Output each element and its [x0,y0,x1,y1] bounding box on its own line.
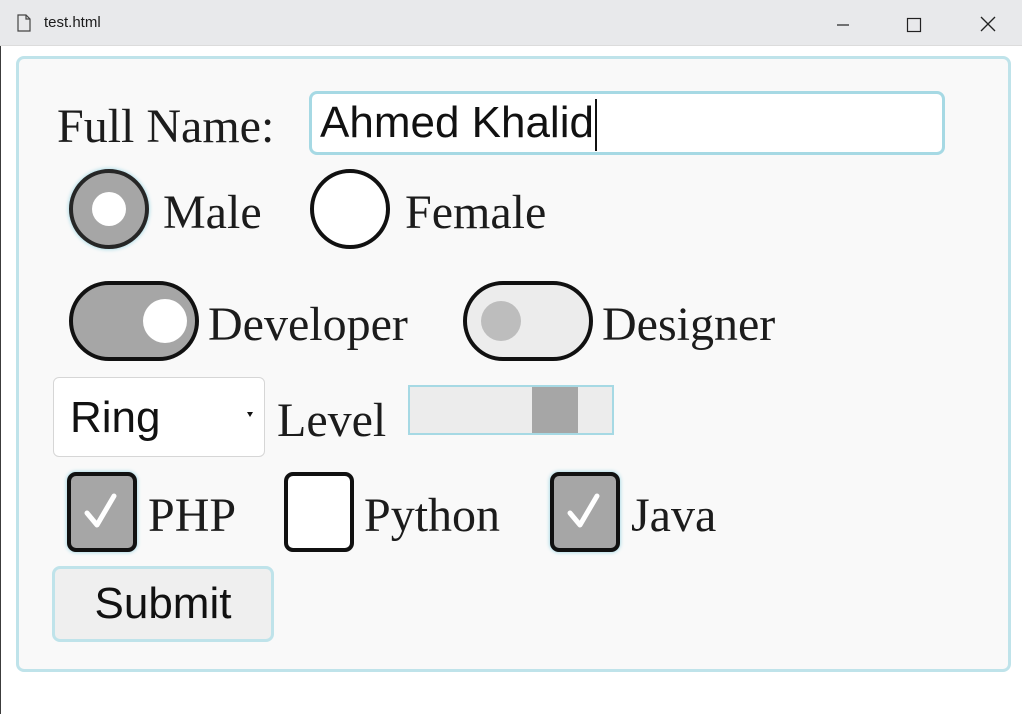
toggle-knob [143,299,187,343]
checkmark-icon [567,493,600,528]
toggle-developer-label: Developer [208,298,408,351]
level-slider[interactable] [408,385,614,435]
checkmark-icon [84,493,117,528]
checkbox-java-label: Java [631,489,717,542]
radio-female[interactable] [310,169,390,249]
level-label: Level [277,394,387,447]
full-name-input[interactable]: Ahmed Khalid [309,91,945,155]
toggle-designer[interactable] [463,281,593,361]
type-select-value: Ring [70,393,161,442]
submit-button[interactable]: Submit [52,566,274,642]
radio-male-label: Male [163,186,262,239]
window-titlebar: test.html [0,0,1022,46]
text-caret [594,99,597,152]
dropdown-arrow-icon [247,412,253,417]
checkbox-php-label: PHP [148,489,237,542]
full-name-value: Ahmed Khalid [320,98,594,147]
user-form: Full Name: Ahmed Khalid Male Female Deve… [16,56,1011,672]
level-slider-thumb[interactable] [532,387,578,433]
radio-male[interactable] [69,169,149,249]
toggle-knob [481,301,521,341]
window-left-edge [0,46,1,714]
checkbox-java[interactable] [550,472,620,552]
close-icon[interactable] [973,10,1003,38]
toggle-designer-label: Designer [602,298,776,351]
document-icon [17,14,31,32]
checkbox-php[interactable] [67,472,137,552]
window-title: test.html [44,14,101,31]
type-select[interactable]: Ring [53,377,265,457]
toggle-developer[interactable] [69,281,199,361]
radio-female-label: Female [405,186,547,239]
checkbox-python-label: Python [364,489,501,542]
minimize-icon[interactable] [828,10,858,38]
full-name-label: Full Name: [57,100,275,153]
maximize-icon[interactable] [899,10,929,38]
checkbox-python[interactable] [284,472,354,552]
